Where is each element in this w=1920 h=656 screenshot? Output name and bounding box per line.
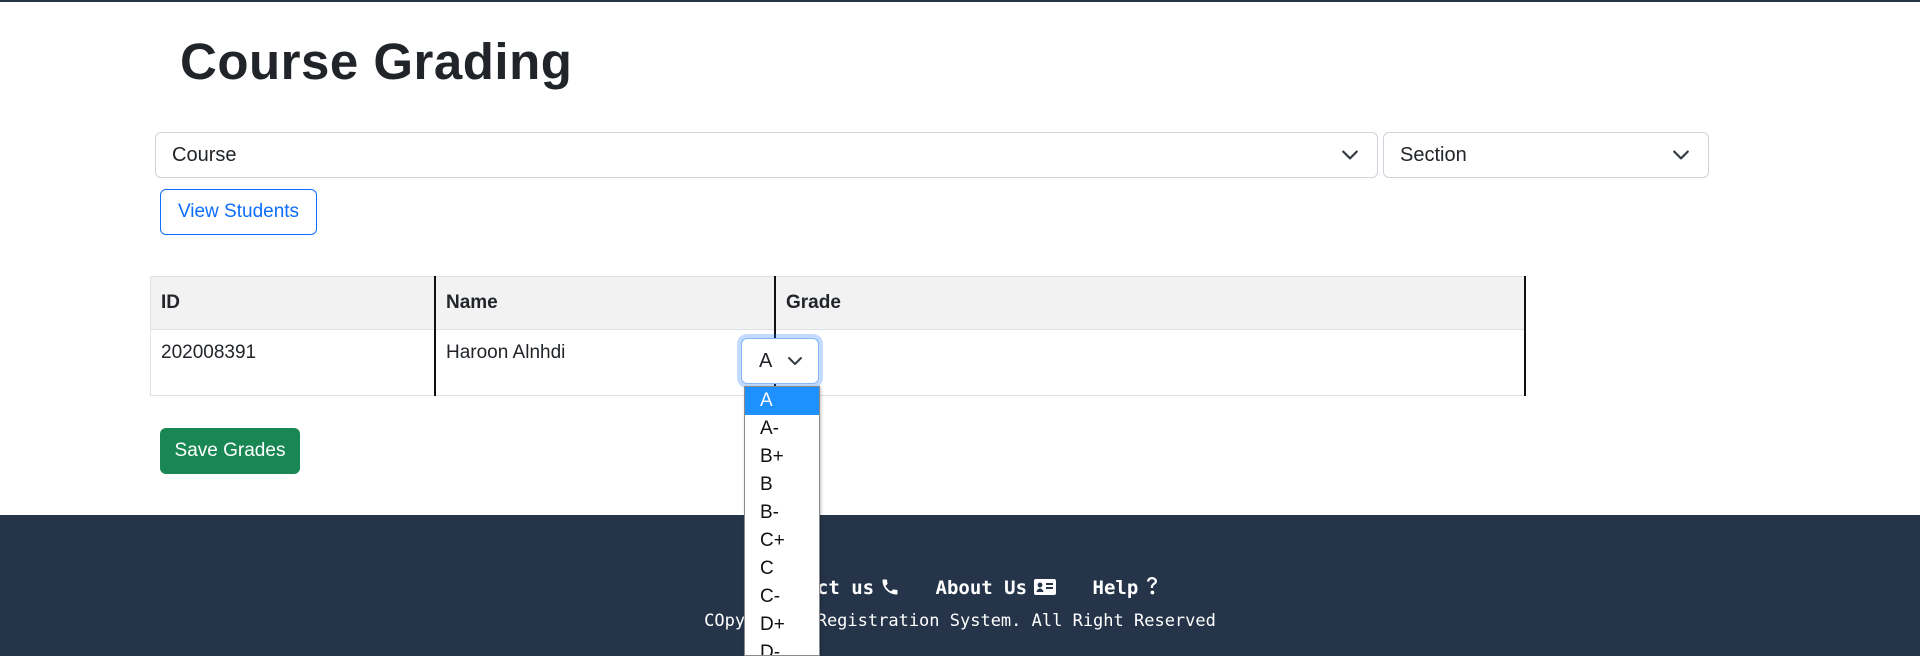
- chevron-down-icon: [1673, 150, 1689, 160]
- footer-copyright: COpyriht © Registration System. All Righ…: [704, 611, 1216, 631]
- section-select-value: Section: [1400, 143, 1467, 166]
- grade-select-value: A: [759, 349, 773, 372]
- grade-option[interactable]: C: [745, 555, 819, 583]
- grade-select[interactable]: A: [741, 338, 819, 384]
- footer-link-help-label: Help: [1092, 577, 1139, 599]
- section-select[interactable]: Section: [1383, 132, 1709, 178]
- top-border: [0, 0, 1920, 2]
- column-header-id: ID: [150, 276, 435, 330]
- course-select-value: Course: [172, 143, 237, 166]
- course-select[interactable]: Course: [155, 132, 1378, 178]
- grade-option[interactable]: D-: [745, 639, 819, 655]
- column-header-name: Name: [434, 276, 775, 330]
- page-title: Course Grading: [180, 33, 573, 90]
- grade-option[interactable]: B-: [745, 499, 819, 527]
- chevron-down-icon: [788, 357, 802, 365]
- grade-option[interactable]: B+: [745, 443, 819, 471]
- grade-option[interactable]: B: [745, 471, 819, 499]
- grade-option[interactable]: C-: [745, 583, 819, 611]
- student-id-cell: 202008391: [150, 329, 435, 396]
- grade-dropdown-list[interactable]: A A- B+ B B- C+ C C- D+ D-: [744, 386, 820, 656]
- footer-link-about-label: About Us: [935, 577, 1028, 599]
- grade-option[interactable]: A-: [745, 415, 819, 443]
- footer-links: Contact us About Us Help: [0, 575, 1920, 599]
- phone-icon: [882, 579, 898, 595]
- footer: Contact us About Us Help COpyriht © Regi…: [0, 515, 1920, 656]
- view-students-button[interactable]: View Students: [160, 189, 317, 235]
- id-card-icon: [1034, 579, 1057, 595]
- footer-link-about[interactable]: About Us: [936, 577, 1058, 599]
- student-name-cell: Haroon Alnhdi: [434, 329, 775, 396]
- grade-option[interactable]: D+: [745, 611, 819, 639]
- grade-option[interactable]: C+: [745, 527, 819, 555]
- grade-cell: [774, 329, 1526, 396]
- chevron-down-icon: [1342, 150, 1358, 160]
- save-grades-button[interactable]: Save Grades: [160, 428, 300, 474]
- column-header-grade: Grade: [774, 276, 1526, 330]
- question-icon: [1147, 577, 1158, 595]
- grades-table: ID Name Grade 202008391 Haroon Alnhdi: [150, 276, 1526, 396]
- table-header-row: ID Name Grade: [150, 276, 1526, 330]
- footer-link-help[interactable]: Help: [1093, 577, 1161, 599]
- grade-option[interactable]: A: [745, 387, 819, 415]
- table-row: 202008391 Haroon Alnhdi: [150, 329, 1526, 396]
